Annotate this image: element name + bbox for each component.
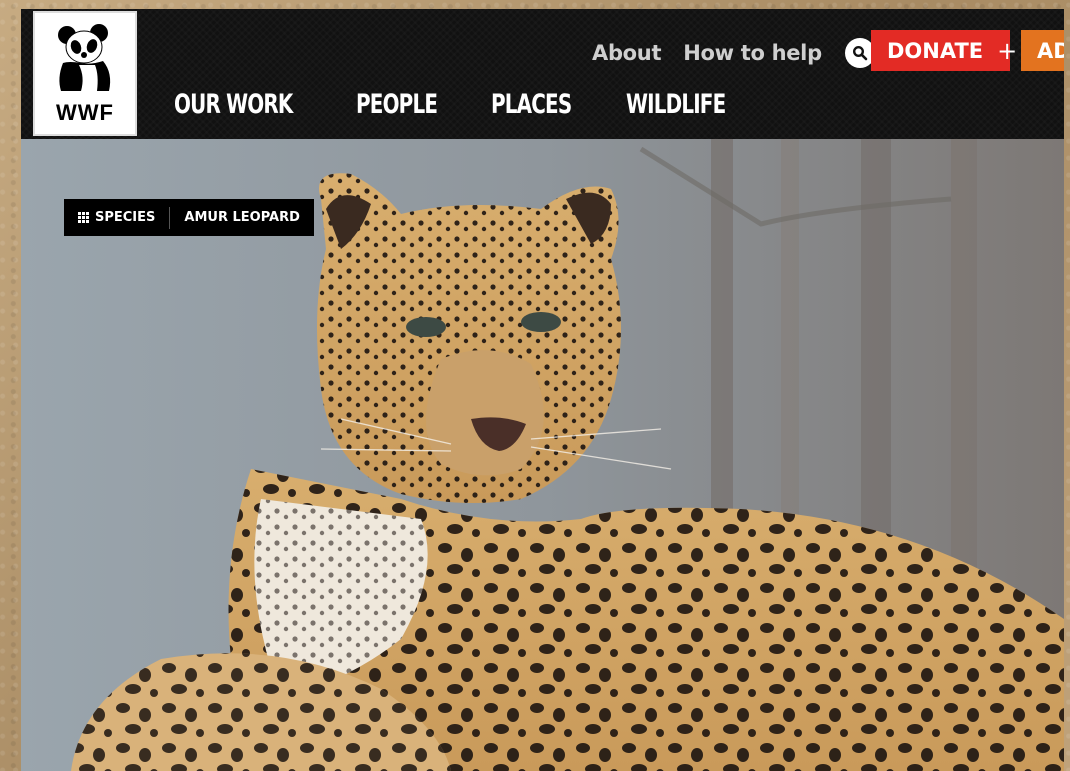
breadcrumb-current-label: AMUR LEOPARD xyxy=(184,210,300,225)
how-to-help-link[interactable]: How to help xyxy=(683,41,822,65)
browser-page: WWF About How to help DONATE + AD OUR WO… xyxy=(21,9,1064,771)
donate-button[interactable]: DONATE + xyxy=(871,30,1017,71)
nav-people[interactable]: PEOPLE xyxy=(356,89,438,120)
breadcrumb-species[interactable]: SPECIES xyxy=(64,199,169,236)
donate-label: DONATE xyxy=(887,38,984,63)
grid-icon xyxy=(78,212,89,223)
logo-text: WWF xyxy=(56,100,114,125)
search-icon xyxy=(852,45,868,61)
nav-our-work[interactable]: OUR WORK xyxy=(174,89,293,120)
breadcrumb-current[interactable]: AMUR LEOPARD xyxy=(170,199,314,236)
adopt-button[interactable]: AD xyxy=(1021,30,1064,71)
hero-image: SPECIES AMUR LEOPARD xyxy=(21,139,1064,771)
wwf-logo[interactable]: WWF xyxy=(33,11,137,136)
nav-wildlife[interactable]: WILDLIFE xyxy=(626,89,726,120)
breadcrumb-species-label: SPECIES xyxy=(95,210,156,225)
nav-places[interactable]: PLACES xyxy=(491,89,572,120)
adopt-label: AD xyxy=(1037,38,1064,63)
main-nav: OUR WORK PEOPLE PLACES WILDLIFE xyxy=(174,89,785,120)
about-link[interactable]: About xyxy=(592,41,662,65)
breadcrumb: SPECIES AMUR LEOPARD xyxy=(64,199,314,236)
panda-logo-icon xyxy=(58,24,111,91)
plus-icon: + xyxy=(997,36,1018,65)
site-header: WWF About How to help DONATE + AD OUR WO… xyxy=(21,9,1064,139)
utility-nav: About How to help xyxy=(592,38,875,68)
